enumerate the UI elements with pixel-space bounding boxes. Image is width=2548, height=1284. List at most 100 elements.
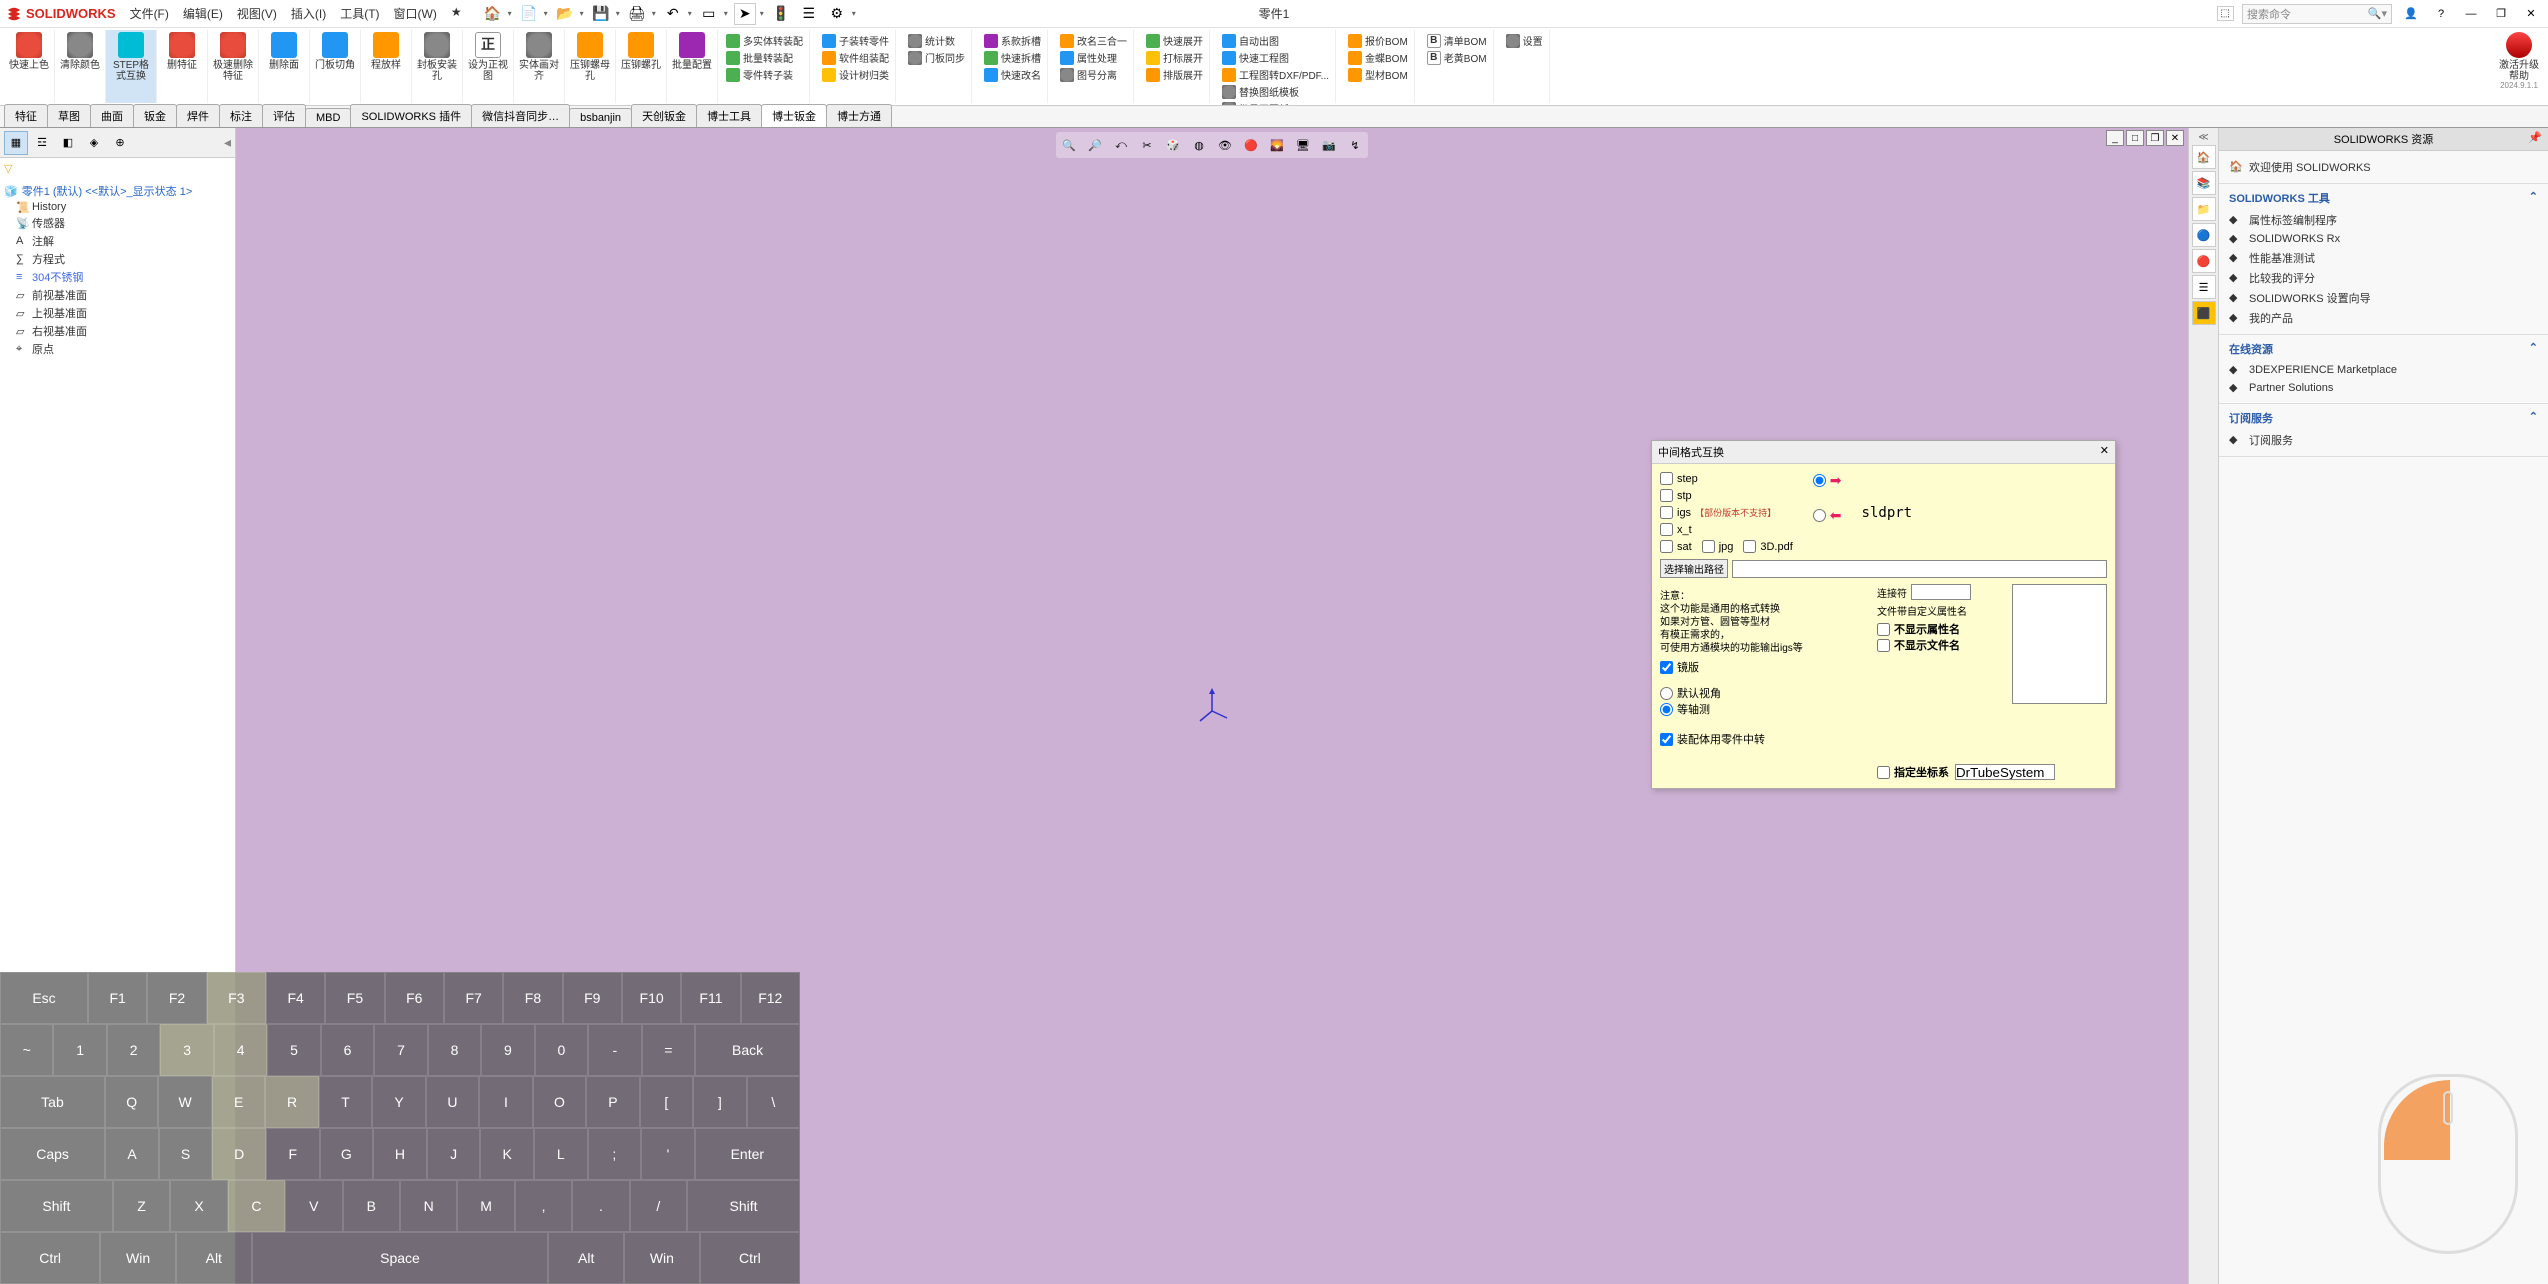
osk-key-win[interactable]: Win [100, 1232, 176, 1284]
open-icon[interactable]: 📂 [554, 3, 576, 25]
rp-item-0-5[interactable]: ◆我的产品 [2229, 308, 2538, 328]
osk-key-;[interactable]: ; [588, 1128, 642, 1180]
tab-7[interactable]: MBD [305, 108, 351, 127]
new-icon[interactable]: 📄 [518, 3, 540, 25]
tree-item-8[interactable]: ⌖原点 [4, 340, 231, 358]
osk-key-m[interactable]: M [457, 1180, 514, 1232]
osk-key-alt[interactable]: Alt [548, 1232, 624, 1284]
ribbon-btn-13[interactable]: 批量配置 [671, 32, 713, 71]
rp-section-header[interactable]: SOLIDWORKS 工具⌃ [2229, 190, 2538, 206]
osk-key-7[interactable]: 7 [374, 1024, 427, 1076]
ribbon-small-7-0[interactable]: 报价BOM [1346, 32, 1410, 49]
osk-key-a[interactable]: A [105, 1128, 159, 1180]
tab-14[interactable]: 博士方通 [826, 104, 892, 127]
osk-key-o[interactable]: O [533, 1076, 586, 1128]
osk-key-f1[interactable]: F1 [88, 972, 147, 1024]
osk-key-2[interactable]: 2 [107, 1024, 160, 1076]
rp-item-0-1[interactable]: ◆SOLIDWORKS Rx [2229, 230, 2538, 248]
osk-key-0[interactable]: 0 [535, 1024, 588, 1076]
osk-key-f11[interactable]: F11 [681, 972, 740, 1024]
ribbon-btn-0[interactable]: 快速上色 [8, 32, 50, 71]
osk-key-f3[interactable]: F3 [207, 972, 266, 1024]
rp-item-1-0[interactable]: ◆3DEXPERIENCE Marketplace [2229, 361, 2538, 379]
menu-insert[interactable]: 插入(I) [291, 5, 326, 22]
osk-key-q[interactable]: Q [105, 1076, 158, 1128]
chk-step[interactable]: step [1660, 472, 1793, 485]
ribbon-small-5-1[interactable]: 打标展开 [1144, 49, 1205, 66]
osk-key--[interactable]: - [588, 1024, 641, 1076]
vt-camera-icon[interactable]: 📷 [1318, 134, 1340, 156]
osk-key-h[interactable]: H [373, 1128, 427, 1180]
ribbon-small-1-2[interactable]: 设计树归类 [820, 66, 891, 83]
tree-tab-feature-icon[interactable]: ▦ [4, 131, 28, 155]
tab-1[interactable]: 草图 [47, 104, 91, 127]
ribbon-small-5-0[interactable]: 快速展开 [1144, 32, 1205, 49]
vt-view-orient-icon[interactable]: 🎲 [1162, 134, 1184, 156]
vp-restore-icon[interactable]: ❐ [2146, 130, 2164, 146]
tree-item-4[interactable]: ≡304不锈钢 [4, 268, 231, 286]
osk-key-f10[interactable]: F10 [622, 972, 681, 1024]
osk-key-caps[interactable]: Caps [0, 1128, 105, 1180]
chk-xt[interactable]: x_t [1660, 523, 1793, 536]
select-icon[interactable]: ▭ [698, 3, 720, 25]
chk-3dpdf[interactable]: 3D.pdf [1743, 540, 1792, 553]
rp-item-2-0[interactable]: ◆订阅服务 [2229, 430, 2538, 450]
osk-key-z[interactable]: Z [113, 1180, 170, 1232]
menu-window[interactable]: 窗口(W) [394, 5, 437, 22]
tab-13[interactable]: 博士钣金 [761, 104, 827, 127]
ribbon-small-0-2[interactable]: 零件转子装 [724, 66, 795, 83]
tp-file-icon[interactable]: 📁 [2192, 197, 2216, 221]
ribbon-small-4-2[interactable]: 图号分离 [1058, 66, 1119, 83]
ribbon-btn-5[interactable]: 删除面 [263, 32, 305, 71]
osk-key-l[interactable]: L [534, 1128, 588, 1180]
chk-stp[interactable]: stp [1660, 489, 1793, 502]
osk-key-1[interactable]: 1 [53, 1024, 106, 1076]
path-input[interactable] [1732, 560, 2107, 578]
osk-key-[[interactable]: [ [640, 1076, 693, 1128]
osk-key-ctrl[interactable]: Ctrl [700, 1232, 800, 1284]
tab-11[interactable]: 天创钣金 [631, 104, 697, 127]
osk-key-][interactable]: ] [693, 1076, 746, 1128]
osk-key-f2[interactable]: F2 [147, 972, 206, 1024]
chk-coord[interactable]: 指定坐标系 [1877, 764, 1949, 780]
chk-assembly-ref[interactable]: 装配体用零件中转 [1660, 731, 1867, 747]
tp-appear-icon[interactable]: 🔴 [2192, 249, 2216, 273]
osk-key-win[interactable]: Win [624, 1232, 700, 1284]
ribbon-small-2-1[interactable]: 门板同步 [906, 49, 967, 66]
coord-input[interactable] [1955, 764, 2055, 780]
vt-appearance-icon[interactable]: 🔴 [1240, 134, 1262, 156]
ribbon-btn-12[interactable]: 压铆螺孔 [620, 32, 662, 71]
osk-key-f7[interactable]: F7 [444, 972, 503, 1024]
tab-4[interactable]: 焊件 [176, 104, 220, 127]
tree-tab-prop-icon[interactable]: ◧ [56, 131, 80, 155]
vt-axis-icon[interactable]: ↯ [1344, 134, 1366, 156]
osk-key-ctrl[interactable]: Ctrl [0, 1232, 100, 1284]
osk-key-i[interactable]: I [479, 1076, 532, 1128]
welcome-link[interactable]: 🏠 欢迎使用 SOLIDWORKS [2229, 157, 2538, 177]
osk-key-f6[interactable]: F6 [385, 972, 444, 1024]
osk-key-e[interactable]: E [212, 1076, 265, 1128]
tree-tab-display-icon[interactable]: ◈ [82, 131, 106, 155]
ribbon-btn-2[interactable]: STEP格式互换 [110, 32, 152, 82]
traffic-icon[interactable]: 🚦 [770, 3, 792, 25]
vt-zoom-prev-icon[interactable]: ⤺ [1110, 134, 1132, 156]
osk-key-'[interactable]: ' [641, 1128, 695, 1180]
osk-key-p[interactable]: P [586, 1076, 639, 1128]
osk-key-back[interactable]: Back [695, 1024, 800, 1076]
osk-key-f12[interactable]: F12 [741, 972, 800, 1024]
tree-root[interactable]: 🧊 零件1 (默认) <<默认>_显示状态 1> [4, 182, 231, 200]
tree-item-3[interactable]: ∑方程式 [4, 250, 231, 268]
osk-key-alt[interactable]: Alt [176, 1232, 252, 1284]
osk-key-space[interactable]: Space [252, 1232, 549, 1284]
tab-12[interactable]: 博士工具 [696, 104, 762, 127]
osk-key-y[interactable]: Y [372, 1076, 425, 1128]
osk-key-esc[interactable]: Esc [0, 972, 88, 1024]
menu-more-icon[interactable]: ★ [451, 5, 462, 22]
rad-default-view[interactable]: 默认视角 [1660, 685, 1867, 701]
chk-no-attr[interactable]: 不显示属性名 [1877, 621, 2006, 637]
osk-key-=[interactable]: = [642, 1024, 695, 1076]
osk-key-x[interactable]: X [170, 1180, 227, 1232]
ribbon-small-6-3[interactable]: 替换图纸模板 [1220, 83, 1301, 100]
tab-0[interactable]: 特征 [4, 104, 48, 127]
osk-key-,[interactable]: , [515, 1180, 572, 1232]
